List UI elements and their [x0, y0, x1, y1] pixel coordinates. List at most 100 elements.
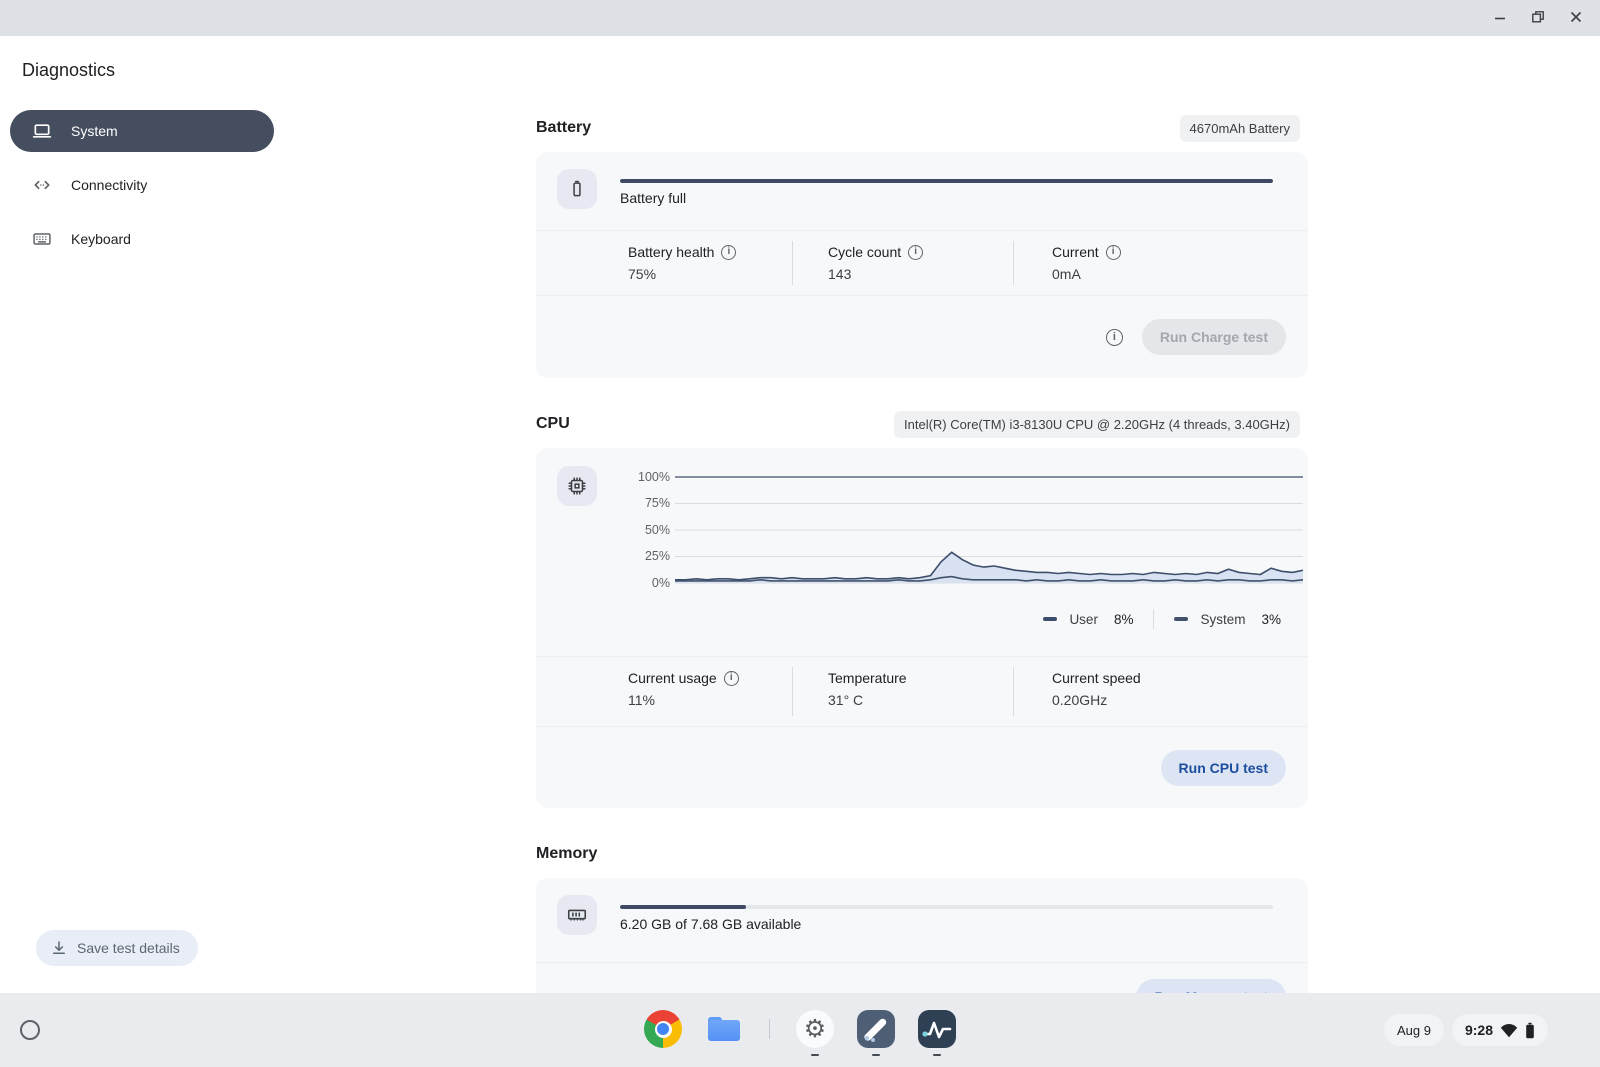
cpu-card: 100% 75% 50% 25% 0% User 8% — [536, 448, 1308, 808]
y-axis-tick: 25% — [645, 549, 670, 563]
memory-card: 6.20 GB of 7.68 GB available Run Memory … — [536, 878, 1308, 993]
screencast-icon — [857, 1010, 895, 1048]
legend-label: System — [1200, 612, 1245, 627]
memory-action-row: Run Memory test — [536, 962, 1308, 993]
sidebar-item-label: Keyboard — [71, 231, 131, 247]
app-content: Diagnostics System Connectivity Keyboard — [0, 36, 1600, 993]
battery-heading: Battery — [536, 119, 591, 137]
stat-label: Current speed — [1052, 670, 1141, 686]
stat-label: Battery health — [628, 244, 714, 260]
divider — [1153, 609, 1154, 629]
y-axis-tick: 50% — [645, 523, 670, 537]
sidebar-item-system[interactable]: System — [10, 110, 274, 152]
user-series-swatch — [1043, 617, 1057, 621]
battery-status-text: Battery full — [620, 190, 686, 206]
save-test-details-button[interactable]: Save test details — [36, 930, 198, 966]
system-series-swatch — [1174, 617, 1188, 621]
chromeos-screen: Diagnostics System Connectivity Keyboard — [0, 0, 1600, 1067]
diagnostics-panel: Battery 4670mAh Battery Battery full Bat… — [536, 36, 1308, 993]
memory-status-text: 6.20 GB of 7.68 GB available — [620, 916, 801, 932]
cpu-usage-plot — [675, 475, 1303, 585]
memory-icon — [557, 895, 597, 935]
memory-section-header: Memory — [536, 839, 1308, 869]
running-app-indicator — [811, 1054, 819, 1057]
sidebar-item-keyboard[interactable]: Keyboard — [10, 218, 274, 260]
save-button-label: Save test details — [77, 940, 180, 956]
y-axis-tick: 100% — [638, 470, 670, 484]
memory-progress-fill — [620, 905, 746, 909]
window-titlebar — [0, 0, 1600, 36]
battery-section-header: Battery 4670mAh Battery — [536, 113, 1308, 143]
info-icon[interactable]: i — [1106, 329, 1123, 346]
chrome-app-button[interactable] — [644, 1010, 682, 1048]
settings-app-button[interactable]: ⚙ — [796, 1010, 834, 1048]
battery-progress-fill — [620, 179, 1273, 183]
run-memory-test-button[interactable]: Run Memory test — [1136, 979, 1286, 993]
launcher-icon — [20, 1020, 40, 1040]
stat-value: 0mA — [1052, 266, 1308, 282]
running-app-indicator — [872, 1054, 880, 1057]
cpu-section-header: CPU Intel(R) Core(TM) i3-8130U CPU @ 2.2… — [536, 409, 1308, 439]
battery-icon — [557, 169, 597, 209]
window-controls — [1488, 6, 1600, 30]
memory-progress-bar — [620, 905, 1273, 909]
temperature-stat: Temperature 31° C — [793, 657, 1013, 726]
shelf-divider — [769, 1019, 770, 1039]
cpu-usage-legend: User 8% System 3% — [1043, 609, 1281, 629]
stat-label: Cycle count — [828, 244, 901, 260]
files-icon — [705, 1010, 743, 1048]
current-stat: Current i 0mA — [1014, 231, 1308, 295]
diagnostics-app-button[interactable] — [918, 1010, 956, 1048]
sidebar-nav: System Connectivity Keyboard — [10, 110, 274, 272]
laptop-icon — [32, 121, 52, 141]
battery-health-stat: Battery health i 75% — [536, 231, 792, 295]
shelf-apps: ⚙ — [644, 1010, 956, 1048]
info-icon[interactable]: i — [908, 245, 923, 260]
legend-item-user: User 8% — [1043, 612, 1133, 627]
minimize-icon — [1493, 10, 1507, 27]
memory-heading: Memory — [536, 845, 597, 863]
connectivity-icon — [32, 175, 52, 195]
chrome-icon — [644, 1010, 682, 1048]
launcher-button[interactable] — [17, 1017, 43, 1043]
running-app-indicator — [933, 1054, 941, 1057]
close-icon — [1569, 10, 1583, 27]
stat-value: 31° C — [828, 692, 1013, 708]
clock-label: 9:28 — [1465, 1022, 1493, 1038]
battery-stats-row: Battery health i 75% Cycle count i 143 — [536, 230, 1308, 296]
minimize-button[interactable] — [1488, 6, 1512, 30]
info-icon[interactable]: i — [721, 245, 736, 260]
stat-value: 143 — [828, 266, 1013, 282]
gear-icon: ⚙ — [796, 1010, 834, 1048]
current-speed-stat: Current speed 0.20GHz — [1014, 657, 1308, 726]
keyboard-icon — [32, 229, 52, 249]
legend-item-system: System 3% — [1174, 612, 1281, 627]
files-app-button[interactable] — [705, 1010, 743, 1048]
sidebar-item-connectivity[interactable]: Connectivity — [10, 164, 274, 206]
battery-progress-bar — [620, 179, 1273, 183]
run-cpu-test-button[interactable]: Run CPU test — [1161, 750, 1286, 786]
restore-button[interactable] — [1526, 6, 1550, 30]
page-title: Diagnostics — [22, 60, 115, 81]
restore-icon — [1531, 10, 1545, 27]
sidebar-item-label: System — [71, 123, 118, 139]
battery-action-row: i Run Charge test — [536, 296, 1308, 378]
info-icon[interactable]: i — [1106, 245, 1121, 260]
shelf: ⚙ Aug 9 9:28 — [0, 993, 1600, 1067]
wifi-icon — [1500, 1023, 1518, 1038]
screencast-app-button[interactable] — [857, 1010, 895, 1048]
close-button[interactable] — [1564, 6, 1588, 30]
cpu-action-row: Run CPU test — [536, 727, 1308, 808]
stat-label: Current usage — [628, 670, 717, 686]
battery-card: Battery full Battery health i 75% Cycle … — [536, 152, 1308, 378]
status-area: Aug 9 9:28 — [1384, 1014, 1548, 1046]
download-icon — [50, 939, 68, 957]
y-axis-tick: 75% — [645, 496, 670, 510]
date-label: Aug 9 — [1397, 1023, 1431, 1038]
run-charge-test-button[interactable]: Run Charge test — [1142, 319, 1286, 355]
info-icon[interactable]: i — [724, 671, 739, 686]
calendar-date-chip[interactable]: Aug 9 — [1384, 1014, 1444, 1046]
status-tray[interactable]: 9:28 — [1452, 1014, 1548, 1046]
cpu-heading: CPU — [536, 415, 570, 433]
battery-spec-badge: 4670mAh Battery — [1180, 115, 1300, 142]
